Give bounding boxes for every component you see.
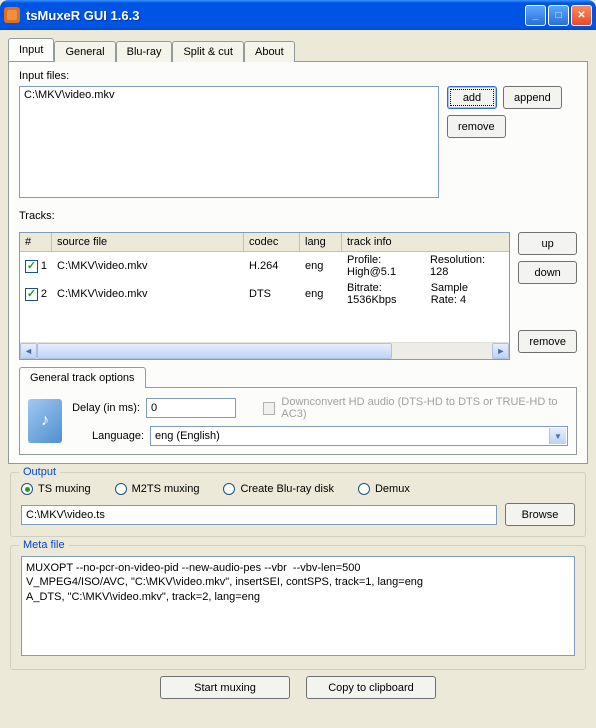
- tracks-header-codec[interactable]: codec: [244, 233, 300, 251]
- radio-icon: [358, 483, 370, 495]
- track-info: Bitrate: 1536KbpsSample Rate: 4: [342, 281, 509, 307]
- tracks-header-src[interactable]: source file: [52, 233, 244, 251]
- tracks-scrollbar[interactable]: ◄ ►: [20, 342, 509, 359]
- downconvert-label: Downconvert HD audio (DTS-HD to DTS or T…: [281, 396, 568, 420]
- app-icon: [4, 7, 20, 23]
- tracks-label: Tracks:: [19, 210, 577, 222]
- up-button[interactable]: up: [518, 232, 577, 255]
- track-checkbox[interactable]: ✓: [25, 260, 38, 273]
- language-combo[interactable]: eng (English) ▼: [150, 426, 568, 446]
- track-row[interactable]: ✓ 2 C:\MKV\video.mkv DTS eng Bitrate: 153…: [20, 280, 509, 308]
- track-src: C:\MKV\video.mkv: [52, 259, 244, 273]
- track-codec: DTS: [244, 287, 300, 301]
- radio-icon: [223, 483, 235, 495]
- tab-strip: Input General Blu-ray Split & cut About: [8, 38, 588, 61]
- input-files-list[interactable]: C:\MKV\video.mkv: [19, 86, 439, 198]
- chevron-down-icon: ▼: [549, 428, 566, 444]
- meta-fieldset: Meta file: [10, 545, 586, 670]
- check-icon: ✓: [27, 289, 36, 300]
- browse-button[interactable]: Browse: [505, 503, 575, 526]
- scroll-right-icon[interactable]: ►: [492, 343, 509, 359]
- input-files-label: Input files:: [19, 70, 577, 82]
- meta-legend: Meta file: [19, 539, 69, 551]
- track-codec: H.264: [244, 259, 300, 273]
- track-src: C:\MKV\video.mkv: [52, 287, 244, 301]
- track-num: 1: [41, 260, 47, 272]
- tracks-header-info[interactable]: track info: [342, 233, 509, 251]
- title-bar: tsMuxeR GUI 1.6.3 _ □ ✕: [0, 0, 596, 30]
- tab-split[interactable]: Split & cut: [172, 41, 244, 62]
- output-fieldset: Output TS muxing M2TS muxing Create Blu-…: [10, 472, 586, 537]
- tab-panel-input: Input files: C:\MKV\video.mkv add append…: [8, 61, 588, 464]
- minimize-button[interactable]: _: [525, 5, 546, 26]
- radio-icon: [115, 483, 127, 495]
- track-row[interactable]: ✓ 1 C:\MKV\video.mkv H.264 eng Profile: H…: [20, 252, 509, 280]
- radio-icon: [21, 483, 33, 495]
- radio-demux[interactable]: Demux: [358, 483, 410, 495]
- add-button[interactable]: add: [447, 86, 497, 109]
- radio-bluray[interactable]: Create Blu-ray disk: [223, 483, 334, 495]
- tab-about[interactable]: About: [244, 41, 295, 62]
- tracks-header-lang[interactable]: lang: [300, 233, 342, 251]
- track-checkbox[interactable]: ✓: [25, 288, 38, 301]
- tracks-header-num[interactable]: #: [20, 233, 52, 251]
- append-button[interactable]: append: [503, 86, 562, 109]
- track-type-icon: [28, 399, 62, 443]
- maximize-button[interactable]: □: [548, 5, 569, 26]
- downconvert-checkbox: [263, 402, 275, 415]
- radio-ts-muxing[interactable]: TS muxing: [21, 483, 91, 495]
- scroll-track[interactable]: [37, 343, 492, 359]
- track-options-panel: Delay (in ms): Downconvert HD audio (DTS…: [19, 387, 577, 455]
- check-icon: ✓: [27, 261, 36, 272]
- track-num: 2: [41, 288, 47, 300]
- track-lang: eng: [300, 259, 342, 273]
- tracks-header-row: # source file codec lang track info: [20, 233, 509, 252]
- track-options-tab[interactable]: General track options: [19, 367, 146, 388]
- tab-general[interactable]: General: [54, 41, 115, 62]
- scroll-thumb[interactable]: [37, 343, 392, 359]
- track-info: Profile: High@5.1Resolution: 128: [342, 253, 509, 279]
- delay-input[interactable]: [146, 398, 236, 418]
- down-button[interactable]: down: [518, 261, 577, 284]
- scroll-left-icon[interactable]: ◄: [20, 343, 37, 359]
- meta-textarea[interactable]: [21, 556, 575, 656]
- radio-m2ts-muxing[interactable]: M2TS muxing: [115, 483, 200, 495]
- copy-clipboard-button[interactable]: Copy to clipboard: [306, 676, 436, 699]
- window-body: Input General Blu-ray Split & cut About …: [0, 30, 596, 728]
- output-legend: Output: [19, 466, 60, 478]
- tracks-table: # source file codec lang track info ✓ 1 C…: [19, 232, 510, 360]
- input-file-item[interactable]: C:\MKV\video.mkv: [24, 89, 434, 101]
- tab-input[interactable]: Input: [8, 38, 54, 61]
- close-button[interactable]: ✕: [571, 5, 592, 26]
- language-label: Language:: [72, 430, 144, 442]
- output-path-input[interactable]: [21, 505, 497, 525]
- delay-label: Delay (in ms):: [72, 402, 140, 414]
- start-muxing-button[interactable]: Start muxing: [160, 676, 290, 699]
- remove-file-button[interactable]: remove: [447, 115, 506, 138]
- track-lang: eng: [300, 287, 342, 301]
- remove-track-button[interactable]: remove: [518, 330, 577, 353]
- window-title: tsMuxeR GUI 1.6.3: [26, 8, 523, 23]
- tab-bluray[interactable]: Blu-ray: [116, 41, 173, 62]
- language-value: eng (English): [155, 430, 220, 442]
